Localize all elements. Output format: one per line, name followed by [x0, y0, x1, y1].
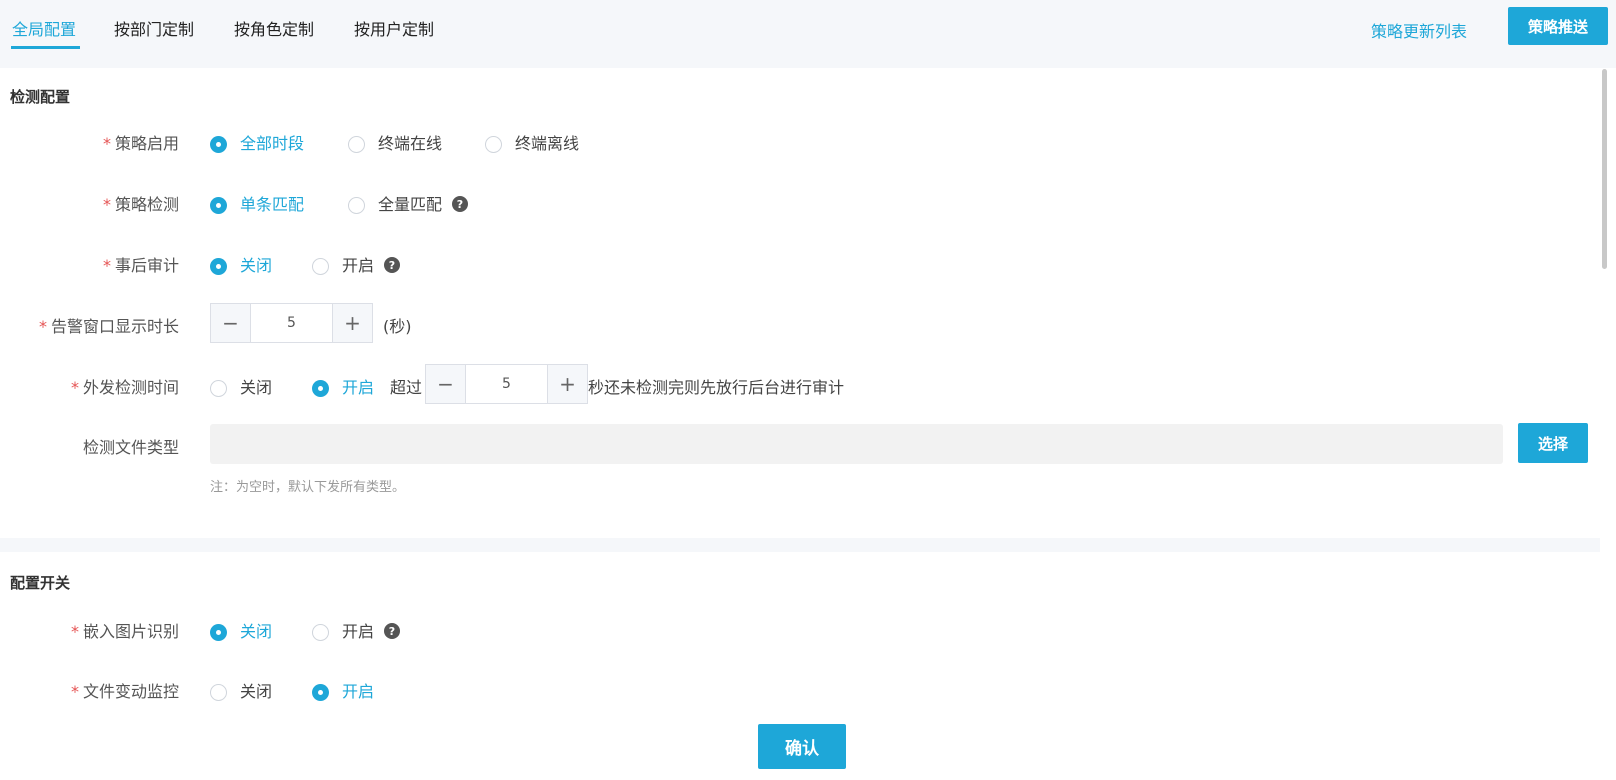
- file-change-label: * 文件变动监控: [70, 682, 179, 701]
- post-audit-label: * 事后审计: [102, 256, 179, 275]
- strategy-update-list-link[interactable]: 策略更新列表: [1371, 18, 1467, 42]
- radio-full-match-label[interactable]: 全量匹配: [378, 191, 442, 215]
- required-mark: *: [102, 134, 111, 153]
- radio-post-audit-off-label[interactable]: 关闭: [240, 252, 272, 276]
- tab-by-department[interactable]: 按部门定制: [114, 16, 194, 40]
- scrollbar-thumb[interactable]: [1602, 69, 1607, 269]
- confirm-button[interactable]: 确认: [758, 724, 846, 769]
- tab-by-user[interactable]: 按用户定制: [354, 16, 434, 40]
- radio-post-audit-off[interactable]: [210, 258, 227, 275]
- radio-embed-image-off[interactable]: [210, 624, 227, 641]
- radio-outgoing-off-label[interactable]: 关闭: [240, 374, 272, 398]
- radio-terminal-online[interactable]: [348, 136, 365, 153]
- outgoing-time-label: * 外发检测时间: [70, 378, 179, 397]
- minus-icon[interactable]: −: [211, 304, 251, 342]
- radio-file-change-on-label[interactable]: 开启: [342, 678, 374, 702]
- radio-file-change-off-label[interactable]: 关闭: [240, 678, 272, 702]
- radio-file-change-on[interactable]: [312, 684, 329, 701]
- radio-terminal-online-label[interactable]: 终端在线: [378, 130, 442, 154]
- radio-post-audit-on-label[interactable]: 开启: [342, 252, 374, 276]
- radio-embed-image-on-label[interactable]: 开启: [342, 618, 374, 642]
- outgoing-time-stepper[interactable]: − 5 +: [425, 364, 588, 404]
- plus-icon[interactable]: +: [332, 304, 372, 342]
- embed-image-label: * 嵌入图片识别: [70, 622, 179, 641]
- radio-embed-image-off-label[interactable]: 关闭: [240, 618, 272, 642]
- question-circle-icon[interactable]: ?: [384, 257, 400, 273]
- minus-icon[interactable]: −: [426, 365, 466, 403]
- required-mark: *: [38, 317, 47, 336]
- radio-post-audit-on[interactable]: [312, 258, 329, 275]
- required-mark: *: [70, 622, 79, 641]
- radio-outgoing-off[interactable]: [210, 380, 227, 397]
- alert-duration-stepper[interactable]: − 5 +: [210, 303, 373, 343]
- radio-all-time[interactable]: [210, 136, 227, 153]
- required-mark: *: [102, 195, 111, 214]
- outgoing-time-value[interactable]: 5: [466, 365, 547, 403]
- strategy-enable-label: * 策略启用: [102, 134, 179, 153]
- top-tab-bar: 全局配置 按部门定制 按角色定制 按用户定制 策略更新列表 策略推送: [0, 0, 1616, 68]
- section-divider: [0, 538, 1600, 552]
- outgoing-prefix-text: 超过: [390, 378, 423, 397]
- radio-all-time-label[interactable]: 全部时段: [240, 130, 304, 154]
- plus-icon[interactable]: +: [547, 365, 587, 403]
- radio-terminal-offline-label[interactable]: 终端离线: [515, 130, 579, 154]
- radio-single-match-label[interactable]: 单条匹配: [240, 191, 304, 215]
- section-title-detect: 检测配置: [10, 88, 71, 106]
- tab-by-role[interactable]: 按角色定制: [234, 16, 314, 40]
- required-mark: *: [70, 378, 79, 397]
- file-types-label: 检测文件类型: [82, 438, 179, 457]
- radio-file-change-off[interactable]: [210, 684, 227, 701]
- file-types-field[interactable]: [210, 424, 1503, 464]
- radio-single-match[interactable]: [210, 197, 227, 214]
- required-mark: *: [102, 256, 111, 275]
- strategy-detect-label: * 策略检测: [102, 195, 179, 214]
- question-circle-icon[interactable]: ?: [384, 623, 400, 639]
- active-tab-indicator: [11, 46, 80, 49]
- radio-terminal-offline[interactable]: [485, 136, 502, 153]
- outgoing-suffix-text: 秒还未检测完则先放行后台进行审计: [588, 378, 845, 397]
- tab-global-config[interactable]: 全局配置: [12, 16, 76, 40]
- radio-outgoing-on-label[interactable]: 开启: [342, 374, 374, 398]
- section-title-switches: 配置开关: [10, 574, 71, 592]
- file-types-note: 注：为空时，默认下发所有类型。: [210, 480, 406, 495]
- radio-embed-image-on[interactable]: [312, 624, 329, 641]
- select-file-types-button[interactable]: 选择: [1518, 423, 1588, 463]
- config-form: 检测配置 * 策略启用 全部时段 终端在线 终端离线 * 策略检测 单条匹配 全量匹…: [0, 68, 1600, 710]
- alert-duration-value[interactable]: 5: [251, 304, 332, 342]
- radio-outgoing-on[interactable]: [312, 380, 329, 397]
- strategy-push-button[interactable]: 策略推送: [1508, 7, 1608, 45]
- alert-duration-label: * 告警窗口显示时长: [38, 317, 179, 336]
- radio-full-match[interactable]: [348, 197, 365, 214]
- question-circle-icon[interactable]: ?: [452, 196, 468, 212]
- required-mark: *: [70, 682, 79, 701]
- alert-duration-unit: (秒): [383, 317, 412, 336]
